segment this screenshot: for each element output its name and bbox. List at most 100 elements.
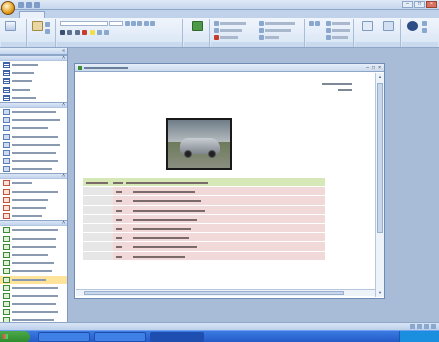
nav-item-query[interactable] [0, 124, 67, 132]
sort-asc-icon[interactable] [309, 21, 314, 26]
table-header-row [83, 178, 325, 188]
nav-item-report[interactable] [0, 251, 67, 259]
nav-item-table[interactable] [0, 94, 67, 102]
nav-item-report[interactable] [0, 308, 67, 316]
tab-external-data[interactable] [82, 11, 116, 18]
line-color-icon[interactable] [150, 21, 156, 26]
report-icon [3, 309, 10, 316]
italic-icon[interactable] [67, 30, 73, 35]
report-view-icon[interactable] [410, 324, 415, 329]
switch-windows-button[interactable] [379, 21, 397, 39]
collapse-pane-icon[interactable]: « [62, 48, 65, 54]
nav-item-report[interactable] [0, 267, 67, 275]
tab-database-tools[interactable] [122, 11, 162, 18]
tab-home[interactable] [19, 11, 45, 18]
nav-item-query[interactable] [0, 116, 67, 124]
nav-item-form[interactable] [0, 188, 67, 196]
nav-item-report[interactable] [0, 292, 67, 300]
gridlines-icon[interactable] [96, 30, 102, 35]
font-color-icon[interactable] [82, 30, 88, 35]
close-icon[interactable]: × [378, 65, 381, 71]
nav-item-report[interactable] [0, 235, 67, 243]
goto-icon[interactable] [422, 28, 427, 33]
nav-item-query[interactable] [0, 157, 67, 165]
totals-icon[interactable] [259, 21, 264, 26]
layout-view-icon[interactable] [424, 324, 429, 329]
horizontal-scrollbar[interactable] [76, 289, 375, 296]
nav-item-form[interactable] [0, 204, 67, 212]
column-header [113, 182, 123, 184]
find-button[interactable] [405, 21, 419, 39]
scrollbar-thumb[interactable] [377, 83, 383, 233]
nav-item-query[interactable] [0, 133, 67, 141]
nav-item-report[interactable] [0, 259, 67, 267]
spelling-icon[interactable] [259, 28, 264, 33]
nav-item-report[interactable] [0, 243, 67, 251]
selection-icon[interactable] [326, 21, 331, 26]
toggle-filter-icon[interactable] [326, 35, 331, 40]
bold-icon[interactable] [60, 30, 65, 35]
delete-record-icon[interactable] [214, 35, 219, 40]
sort-desc-icon[interactable] [315, 21, 320, 26]
grid-icon[interactable] [144, 21, 150, 26]
nav-item-form[interactable] [0, 196, 67, 204]
design-view-icon[interactable] [431, 324, 436, 329]
underline-icon[interactable] [74, 30, 80, 35]
paste-button[interactable] [30, 21, 44, 39]
vertical-scrollbar[interactable]: ▲ ▼ [375, 73, 384, 297]
taskbar-button-active[interactable] [150, 332, 204, 342]
view-button[interactable] [3, 21, 17, 39]
nav-item-query[interactable] [0, 149, 67, 157]
cut-icon[interactable] [45, 22, 50, 27]
fill-color-icon[interactable] [89, 30, 95, 35]
size-to-fit-button[interactable] [358, 21, 376, 39]
nav-item-table[interactable] [0, 77, 67, 85]
print-preview-icon[interactable] [417, 324, 422, 329]
new-record-icon[interactable] [214, 21, 219, 26]
nav-item-form[interactable] [0, 179, 67, 187]
scroll-up-icon[interactable]: ▲ [377, 74, 383, 80]
report-window-titlebar[interactable]: – □ × [75, 64, 384, 72]
font-size-combo[interactable] [109, 21, 124, 26]
save-record-icon[interactable] [214, 28, 219, 33]
nav-item-form[interactable] [0, 212, 67, 220]
minimize-button[interactable]: – [402, 1, 413, 8]
nav-item-table[interactable] [0, 61, 67, 69]
nav-item-query[interactable] [0, 141, 67, 149]
align-center-icon[interactable] [130, 21, 136, 26]
taskbar-button[interactable] [38, 332, 90, 342]
more-icon[interactable] [259, 35, 264, 40]
restore-icon[interactable]: □ [372, 65, 375, 71]
font-name-combo[interactable] [60, 21, 108, 26]
tab-create[interactable] [52, 11, 76, 18]
nav-item-table[interactable] [0, 69, 67, 77]
nav-item-table[interactable] [0, 86, 67, 94]
nav-item-report[interactable] [0, 226, 67, 234]
nav-item-report-selected[interactable] [0, 275, 67, 284]
nav-item-report[interactable] [0, 284, 67, 292]
taskbar-button[interactable] [94, 332, 146, 342]
align-left-icon[interactable] [124, 21, 130, 26]
maximize-button[interactable]: □ [414, 1, 425, 8]
nav-item-query[interactable] [0, 165, 67, 173]
scroll-down-icon[interactable]: ▼ [377, 290, 383, 296]
replace-icon[interactable] [422, 21, 427, 26]
align-right-icon[interactable] [136, 21, 142, 26]
window-controls: – □ × [402, 1, 437, 8]
close-button[interactable]: × [426, 1, 437, 8]
scrollbar-thumb[interactable] [84, 291, 344, 295]
alt-fill-icon[interactable] [104, 30, 110, 35]
copy-icon[interactable] [45, 29, 50, 34]
minimize-icon[interactable]: – [366, 65, 369, 71]
redo-icon[interactable] [34, 2, 40, 8]
refresh-all-button[interactable] [190, 21, 204, 39]
save-icon[interactable] [18, 2, 24, 8]
start-button[interactable] [0, 331, 30, 342]
office-button[interactable] [1, 1, 15, 15]
undo-icon[interactable] [26, 2, 32, 8]
navigation-pane-header[interactable]: « [0, 48, 67, 55]
nav-item-query[interactable] [0, 108, 67, 116]
nav-item-report[interactable] [0, 300, 67, 308]
advanced-filter-icon[interactable] [326, 28, 331, 33]
report-window: – □ × ▲ ▼ [74, 63, 385, 299]
